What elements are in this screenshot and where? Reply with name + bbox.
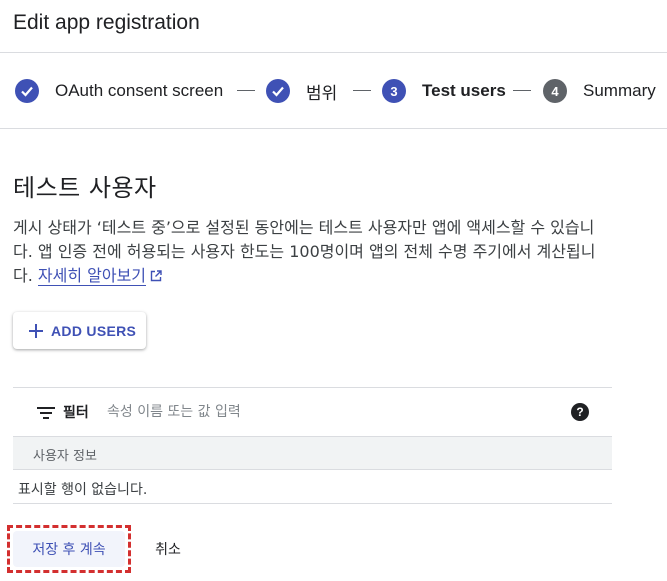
filter-label: 필터 — [63, 405, 89, 421]
step-summary[interactable]: 4 Summary — [543, 78, 656, 104]
learn-more-label: 자세히 알아보기 — [37, 266, 147, 285]
empty-message-text: 표시할 행이 없습니다. — [18, 482, 148, 498]
filter-bar: 필터 ? — [13, 388, 612, 436]
save-and-continue-button[interactable]: 저장 후 계속 — [13, 531, 125, 567]
help-icon[interactable]: ? — [571, 403, 589, 421]
step-oauth-consent[interactable]: OAuth consent screen — [15, 78, 223, 104]
step-connector — [353, 90, 371, 91]
column-header-label: 사용자 정보 — [33, 449, 97, 464]
add-users-label: ADD USERS — [51, 322, 137, 339]
empty-table-message: 표시할 행이 없습니다. — [13, 470, 612, 504]
step-connector — [237, 90, 255, 91]
step-test-users[interactable]: 3 Test users — [382, 78, 506, 104]
filter-icon — [37, 407, 55, 419]
step-connector — [513, 90, 531, 91]
step-number-badge: 4 — [543, 79, 567, 103]
step-label: Summary — [583, 81, 656, 100]
add-users-button[interactable]: ADD USERS — [13, 312, 146, 349]
learn-more-link[interactable]: 자세히 알아보기 — [37, 266, 147, 286]
page-header: Edit app registration — [0, 0, 667, 53]
check-icon — [15, 79, 39, 103]
external-link-icon — [150, 265, 162, 289]
step-scopes[interactable]: 범위 — [266, 78, 337, 104]
cancel-button[interactable]: 취소 — [140, 531, 196, 567]
stepper: OAuth consent screen 범위 3 Test users 4 S… — [0, 53, 667, 129]
plus-icon — [29, 323, 43, 338]
step-number-badge: 3 — [382, 79, 406, 103]
test-users-table: 필터 ? 사용자 정보 표시할 행이 없습니다. — [13, 387, 612, 504]
section-title: 테스트 사용자 — [13, 174, 157, 202]
check-icon — [266, 79, 290, 103]
filter-input[interactable] — [107, 399, 547, 425]
section-description: 게시 상태가 ‘테스트 중’으로 설정된 동안에는 테스트 사용자만 앱에 액세… — [13, 216, 613, 289]
page-title: Edit app registration — [13, 11, 200, 34]
step-label: OAuth consent screen — [55, 81, 224, 100]
step-label: 범위 — [306, 83, 338, 103]
column-header-user-info[interactable]: 사용자 정보 — [13, 436, 612, 470]
step-label: Test users — [422, 81, 506, 100]
